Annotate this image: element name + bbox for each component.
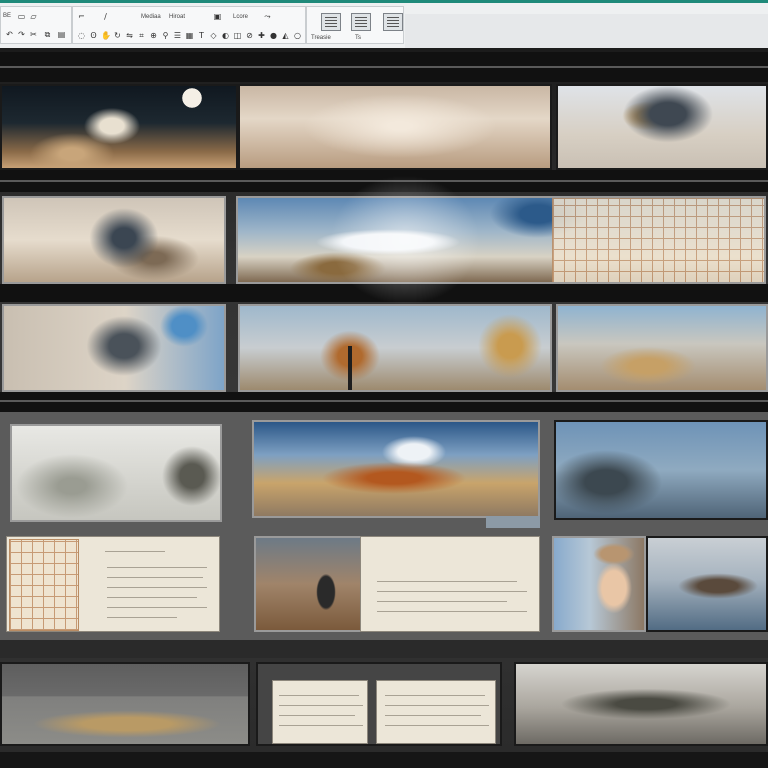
text-line bbox=[385, 715, 481, 716]
undo-icon[interactable]: ↶ bbox=[5, 30, 14, 39]
thumbnail[interactable] bbox=[514, 662, 768, 746]
text-line bbox=[279, 725, 363, 726]
text-line bbox=[107, 587, 207, 588]
dodge-icon[interactable]: ○ bbox=[293, 31, 302, 40]
toolbar-label: Ts bbox=[355, 35, 361, 41]
toolbar-empty-area bbox=[405, 14, 768, 48]
toolbar-group-view: Treasie Ts bbox=[306, 6, 404, 44]
grid-icon[interactable]: ▦ bbox=[185, 31, 194, 40]
grid-view-icon[interactable] bbox=[321, 13, 341, 31]
settings-icon[interactable] bbox=[383, 13, 403, 31]
text-line bbox=[385, 705, 489, 706]
text-line bbox=[377, 581, 517, 582]
grid-sheet bbox=[9, 539, 79, 631]
thumbnail[interactable] bbox=[554, 420, 768, 520]
shelf-divider bbox=[0, 640, 768, 658]
thumbnail[interactable] bbox=[552, 536, 646, 632]
rotate-icon[interactable]: ↻ bbox=[113, 31, 122, 40]
thumbnail[interactable] bbox=[2, 196, 226, 284]
text-line bbox=[107, 567, 207, 568]
shelf-highlight bbox=[0, 400, 768, 402]
thumbnail[interactable] bbox=[10, 424, 222, 522]
text-line bbox=[279, 705, 363, 706]
thumbnail[interactable] bbox=[256, 662, 502, 746]
toolbar-label: Mediaa bbox=[141, 14, 161, 20]
sharpen-icon[interactable]: ◭ bbox=[281, 31, 290, 40]
figure-silhouette bbox=[348, 346, 352, 390]
toolbar-label: BE bbox=[3, 13, 12, 19]
thumbnail[interactable] bbox=[2, 304, 226, 392]
toolbar-label: Lcore bbox=[233, 14, 249, 20]
thumbnail[interactable] bbox=[556, 84, 768, 170]
shelf-rail bbox=[0, 392, 768, 412]
zoom-icon[interactable]: ⊕ bbox=[149, 31, 158, 40]
caption-bar bbox=[486, 516, 540, 528]
ribbon-toolbar: BE ▭ ▱ ↶ ↷ ✂ ⧉ ▤ ⌐ ∕ Mediaa Hiroat Lcore… bbox=[0, 0, 768, 49]
shelf-highlight bbox=[0, 180, 768, 182]
open-icon[interactable]: ▱ bbox=[29, 12, 38, 21]
crop-icon[interactable]: ⌗ bbox=[137, 31, 146, 40]
grid-overlay bbox=[552, 198, 764, 282]
text-line bbox=[385, 725, 489, 726]
text-line bbox=[279, 715, 355, 716]
fill-icon[interactable]: ◐ bbox=[221, 31, 230, 40]
thumbnail[interactable] bbox=[236, 196, 766, 284]
redo-icon[interactable]: ↷ bbox=[17, 30, 26, 39]
cut-icon[interactable]: ✂ bbox=[29, 30, 38, 39]
thumbnail[interactable] bbox=[646, 536, 768, 632]
document-page bbox=[376, 680, 496, 744]
shelf-highlight bbox=[0, 66, 768, 68]
text-line bbox=[107, 607, 207, 608]
paste-icon[interactable]: ▤ bbox=[57, 30, 66, 39]
shape-icon[interactable]: ◇ bbox=[209, 31, 218, 40]
document-thumbnail[interactable] bbox=[360, 536, 540, 632]
arrow-icon[interactable]: ⤳ bbox=[263, 12, 272, 21]
text-icon[interactable]: T bbox=[197, 31, 206, 40]
eraser-icon[interactable]: ◫ bbox=[233, 31, 242, 40]
document-page bbox=[272, 680, 368, 744]
accent-bar bbox=[0, 0, 768, 3]
copy-icon[interactable]: ⧉ bbox=[43, 30, 52, 39]
brush-icon[interactable]: ∕ bbox=[101, 12, 110, 21]
thumbnail[interactable] bbox=[238, 84, 552, 170]
heal-icon[interactable]: ✚ bbox=[257, 31, 266, 40]
toolbar-label: Hiroat bbox=[169, 14, 186, 20]
clone-icon[interactable]: ⊘ bbox=[245, 31, 254, 40]
toolbar-group-media: ⌐ ∕ Mediaa Hiroat Lcore ▣ ⤳ ◌ ʘ ✋ ↻ ⇋ ⌗ … bbox=[72, 6, 306, 44]
text-line bbox=[279, 695, 359, 696]
pan-icon[interactable]: ✋ bbox=[101, 31, 111, 40]
document-thumbnail[interactable] bbox=[6, 536, 220, 632]
thumbnail[interactable] bbox=[0, 84, 238, 170]
thumbnail[interactable] bbox=[0, 662, 250, 746]
frame-icon[interactable]: ⌐ bbox=[77, 12, 86, 21]
thumbnail[interactable] bbox=[254, 536, 362, 632]
list-view-icon[interactable] bbox=[351, 13, 371, 31]
toolbar-label: Treasie bbox=[311, 35, 331, 41]
text-line bbox=[385, 695, 485, 696]
text-line bbox=[107, 597, 197, 598]
toolbar-group-file: BE ▭ ▱ ↶ ↷ ✂ ⧉ ▤ bbox=[0, 6, 72, 44]
thumbnail[interactable] bbox=[252, 420, 540, 518]
text-line bbox=[107, 617, 177, 618]
flip-icon[interactable]: ⇋ bbox=[125, 31, 134, 40]
new-icon[interactable]: ▭ bbox=[17, 12, 26, 21]
text-line bbox=[105, 551, 165, 552]
blur-icon[interactable]: ● bbox=[269, 31, 278, 40]
text-line bbox=[377, 591, 527, 592]
lasso-icon[interactable]: ʘ bbox=[89, 31, 98, 40]
layer-icon[interactable]: ☰ bbox=[173, 31, 182, 40]
text-line bbox=[107, 577, 203, 578]
text-line bbox=[377, 601, 507, 602]
shelf-rail bbox=[0, 284, 768, 302]
select-icon[interactable]: ◌ bbox=[77, 31, 86, 40]
bottom-rail bbox=[0, 752, 768, 768]
thumbnail[interactable] bbox=[238, 304, 552, 392]
text-line bbox=[377, 611, 527, 612]
image-icon[interactable]: ▣ bbox=[213, 12, 222, 21]
thumbnail[interactable] bbox=[556, 304, 768, 392]
search-icon[interactable]: ⚲ bbox=[161, 31, 170, 40]
